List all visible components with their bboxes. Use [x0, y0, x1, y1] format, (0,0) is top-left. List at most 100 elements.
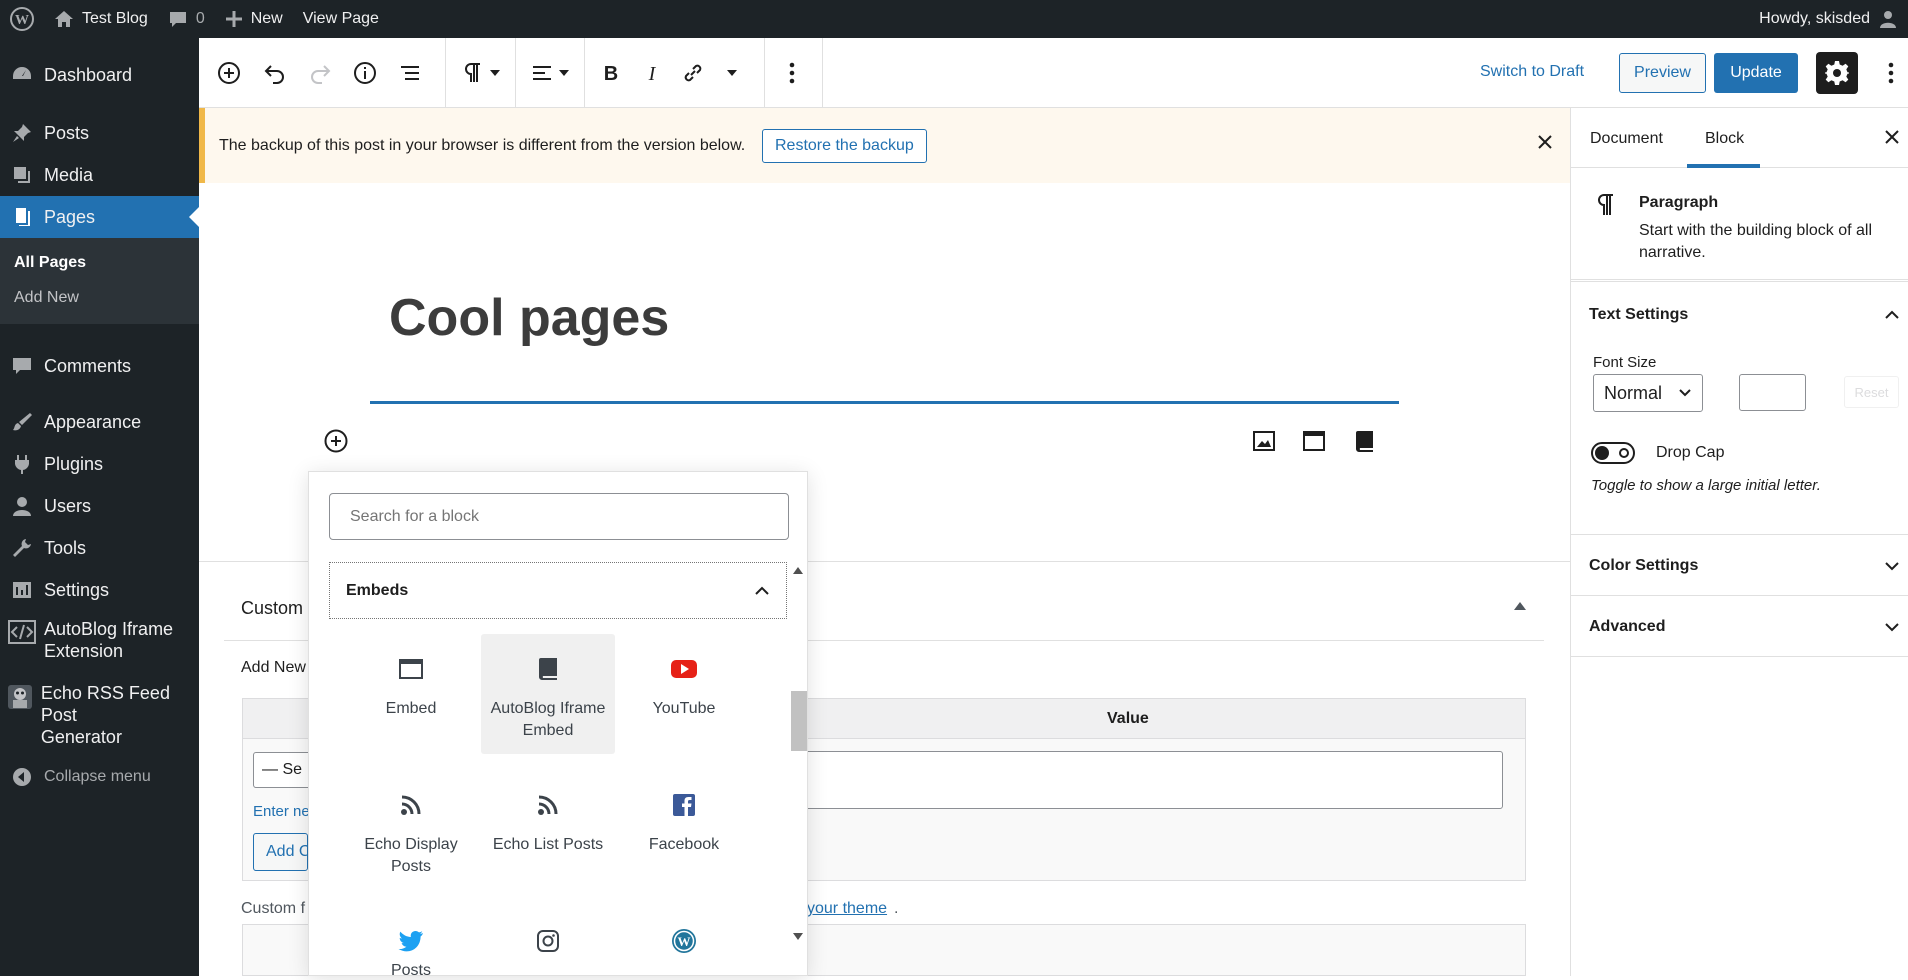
embeds-panel-toggle[interactable]: Embeds: [329, 562, 787, 619]
dismiss-notice-button[interactable]: [1538, 135, 1552, 149]
new-content-link[interactable]: New: [215, 0, 293, 38]
wordpress-logo-button[interactable]: W: [0, 0, 44, 38]
paintbrush-icon: [13, 413, 32, 431]
collapse-menu-button[interactable]: Collapse menu: [0, 756, 199, 798]
menu-posts[interactable]: Posts: [0, 112, 199, 154]
scroll-down-arrow-icon: [793, 933, 803, 940]
block-item-autoblog-iframe-embed[interactable]: AutoBlog Iframe Embed: [481, 634, 615, 754]
add-block-button[interactable]: [212, 56, 246, 90]
block-item-echo-display-posts[interactable]: Echo Display Posts: [344, 770, 478, 890]
menu-pages[interactable]: Pages: [0, 196, 199, 238]
more-tools-button[interactable]: [1874, 56, 1908, 90]
more-rich-text-button[interactable]: [715, 56, 749, 90]
add-custom-field-button[interactable]: Add C: [253, 833, 308, 871]
field-value-textarea[interactable]: [803, 751, 1503, 809]
tab-document[interactable]: Document: [1590, 130, 1663, 148]
facebook-icon: [673, 794, 695, 816]
content-info-button[interactable]: [348, 56, 382, 90]
menu-label: Collapse menu: [44, 768, 151, 785]
more-vertical-icon: [789, 62, 795, 84]
block-label: YouTube: [652, 700, 716, 717]
block-more-options-button[interactable]: [775, 56, 809, 90]
enter-new-link[interactable]: Enter ne: [253, 803, 308, 820]
drop-cap-help: Toggle to show a large initial letter.: [1591, 477, 1821, 494]
insert-autoblog-shortcut[interactable]: [1353, 429, 1377, 453]
metabox-toggle-icon[interactable]: [1514, 602, 1526, 610]
preview-button[interactable]: Preview: [1619, 53, 1706, 93]
tab-block[interactable]: Block: [1705, 130, 1744, 148]
my-account-link[interactable]: Howdy, skisded: [1749, 0, 1908, 38]
font-size-select[interactable]: Normal: [1593, 374, 1703, 412]
change-block-type-button[interactable]: [457, 56, 505, 90]
block-item-twitter[interactable]: Posts: [344, 906, 478, 975]
block-description: Start with the building block of all nar…: [1639, 222, 1873, 261]
block-search-input[interactable]: [329, 493, 789, 540]
chevron-down-icon: [1885, 623, 1899, 632]
robot-icon: [8, 685, 33, 709]
comments-link[interactable]: 0: [158, 0, 215, 38]
scrollbar-thumb[interactable]: [791, 691, 807, 751]
align-button[interactable]: [526, 56, 574, 90]
redo-button[interactable]: [303, 56, 337, 90]
paragraph-icon: [465, 63, 480, 82]
block-item-instagram[interactable]: [481, 906, 615, 975]
youtube-icon: [671, 660, 697, 678]
block-item-embed[interactable]: Embed: [344, 634, 478, 754]
color-settings-toggle[interactable]: Color Settings: [1589, 557, 1698, 575]
block-item-youtube[interactable]: YouTube: [617, 634, 751, 754]
undo-icon: [264, 65, 284, 84]
menu-comments[interactable]: Comments: [0, 345, 199, 387]
scroll-up-arrow-icon: [793, 567, 803, 574]
title-underline: [370, 401, 1399, 404]
drop-cap-toggle[interactable]: [1591, 442, 1635, 464]
inline-inserter-button[interactable]: [323, 428, 349, 454]
menu-echo-rss[interactable]: Echo RSS Feed Post Generator: [0, 682, 199, 747]
update-button[interactable]: Update: [1714, 53, 1798, 93]
pushpin-icon: [13, 124, 31, 142]
menu-appearance[interactable]: Appearance: [0, 401, 199, 443]
value-column-header: Value: [1107, 710, 1149, 727]
menu-tools[interactable]: Tools: [0, 527, 199, 569]
advanced-toggle[interactable]: Advanced: [1589, 618, 1665, 636]
insert-embed-shortcut[interactable]: [1302, 429, 1326, 453]
link-button[interactable]: [676, 56, 710, 90]
close-icon: [1885, 130, 1899, 144]
italic-icon: I: [648, 63, 657, 84]
field-name-select[interactable]: — Se: [253, 752, 313, 788]
your-theme-link[interactable]: your theme: [807, 900, 887, 918]
text-settings-toggle[interactable]: Text Settings: [1589, 306, 1688, 324]
switch-to-draft-button[interactable]: Switch to Draft: [1480, 63, 1584, 81]
submenu-add-new[interactable]: Add New: [14, 289, 79, 307]
block-item-facebook[interactable]: Facebook: [617, 770, 751, 890]
view-page-link[interactable]: View Page: [293, 0, 389, 38]
menu-settings[interactable]: Settings: [0, 569, 199, 611]
bold-icon: B: [604, 63, 618, 84]
close-settings-button[interactable]: [1885, 130, 1899, 144]
custom-font-size-input[interactable]: [1739, 374, 1806, 411]
block-navigation-button[interactable]: [393, 56, 427, 90]
bold-button[interactable]: B: [594, 56, 628, 90]
italic-button[interactable]: I: [635, 56, 669, 90]
panel-title: Embeds: [346, 581, 409, 599]
undo-button[interactable]: [258, 56, 292, 90]
post-title[interactable]: Cool pages: [389, 288, 669, 348]
submenu-all-pages[interactable]: All Pages: [14, 254, 86, 272]
block-item-echo-list-posts[interactable]: Echo List Posts: [481, 770, 615, 890]
block-name: Paragraph: [1639, 194, 1719, 211]
svg-text:W: W: [678, 934, 691, 949]
block-item-wordpress[interactable]: W: [617, 906, 751, 975]
chevron-up-icon: [1885, 310, 1899, 319]
site-name-link[interactable]: Test Blog: [44, 0, 158, 38]
menu-autoblog[interactable]: AutoBlog Iframe Extension: [0, 618, 199, 674]
dashboard-icon: [13, 67, 31, 79]
menu-media[interactable]: Media: [0, 154, 199, 196]
restore-backup-button[interactable]: Restore the backup: [762, 129, 927, 163]
font-size-reset-button[interactable]: Reset: [1844, 376, 1899, 408]
menu-dashboard[interactable]: Dashboard: [0, 38, 199, 112]
menu-plugins[interactable]: Plugins: [0, 443, 199, 485]
insert-image-shortcut[interactable]: [1252, 429, 1276, 453]
admin-bar: W Test Blog 0 New View Page Howdy, skisd…: [0, 0, 1908, 38]
settings-toggle-button[interactable]: [1816, 52, 1858, 94]
menu-users[interactable]: Users: [0, 485, 199, 527]
menu-label: Users: [44, 495, 92, 516]
